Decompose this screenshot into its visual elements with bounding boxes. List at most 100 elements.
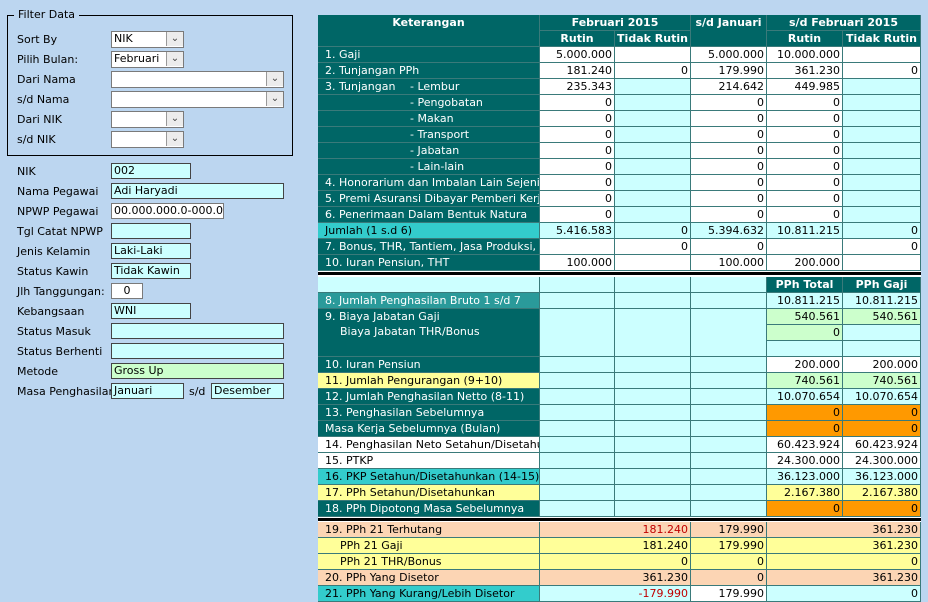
nama-field[interactable]: Adi Haryadi [111, 183, 284, 199]
value-feb-tidak-rutin[interactable]: 0 [615, 63, 691, 79]
value-pph-gaji[interactable]: 740.561 [843, 373, 921, 389]
value-sd-januari[interactable]: 0 [691, 159, 767, 175]
value-feb-rutin[interactable] [540, 239, 615, 255]
value-feb-tidak-rutin[interactable] [615, 191, 691, 207]
value-sdfeb-rutin[interactable]: 0 [767, 159, 843, 175]
value-sdfeb-tidak-rutin[interactable] [843, 207, 921, 223]
value-sdfeb-rutin[interactable]: 361.230 [767, 63, 843, 79]
value-feb-rutin[interactable]: 0 [540, 111, 615, 127]
value-sd-januari[interactable]: 179.990 [691, 586, 767, 602]
value-feb-tidak-rutin[interactable] [615, 143, 691, 159]
value-pph-total[interactable]: 0 [767, 325, 843, 341]
value-pph-total[interactable]: 0 [767, 501, 843, 517]
value-pph-gaji[interactable]: 0 [843, 405, 921, 421]
value-feb-tidak-rutin[interactable] [615, 47, 691, 63]
filter-select[interactable]: ⌄ [111, 91, 284, 108]
chevron-down-icon[interactable]: ⌄ [266, 92, 283, 106]
value-feb-rutin[interactable]: 235.343 [540, 79, 615, 95]
chevron-down-icon[interactable]: ⌄ [166, 52, 183, 66]
value-sdfeb-rutin[interactable]: 0 [767, 111, 843, 127]
value-sdfeb-tidak-rutin[interactable] [843, 255, 921, 271]
value-sd-januari[interactable]: 0 [691, 570, 767, 586]
value-sd-januari[interactable]: 0 [691, 175, 767, 191]
value-feb-rutin[interactable]: 5.000.000 [540, 47, 615, 63]
value-feb-rutin[interactable]: 181.240 [540, 63, 615, 79]
value-sdfeb-rutin[interactable]: 0 [767, 95, 843, 111]
value-feb-rutin[interactable]: 5.416.583 [540, 223, 615, 239]
value-sd-januari[interactable]: 0 [691, 143, 767, 159]
value-pph-total[interactable]: 0 [767, 421, 843, 437]
value-sdfeb-tidak-rutin[interactable]: 0 [843, 223, 921, 239]
value-sd-januari[interactable]: 0 [691, 554, 767, 570]
value-sd-januari[interactable]: 0 [691, 111, 767, 127]
value-feb-rutin[interactable]: 0 [540, 159, 615, 175]
value-februari[interactable]: 361.230 [540, 570, 691, 586]
value-sdfeb-rutin[interactable]: 0 [767, 207, 843, 223]
status-berhenti-field[interactable] [111, 343, 284, 359]
value-pph-total[interactable]: 0 [767, 405, 843, 421]
value-pph-total[interactable]: 2.167.380 [767, 485, 843, 501]
value-feb-rutin[interactable]: 0 [540, 191, 615, 207]
value-februari[interactable]: 0 [540, 554, 691, 570]
jenis-kelamin-field[interactable]: Laki-Laki [111, 243, 191, 259]
value-feb-tidak-rutin[interactable] [615, 255, 691, 271]
value-feb-tidak-rutin[interactable] [615, 95, 691, 111]
value-pph-total[interactable]: 60.423.924 [767, 437, 843, 453]
value-feb-tidak-rutin[interactable] [615, 175, 691, 191]
value-feb-rutin[interactable]: 100.000 [540, 255, 615, 271]
nik-field[interactable]: 002 [111, 163, 191, 179]
tanggungan-field[interactable]: 0 [111, 283, 143, 299]
value-sd-januari[interactable]: 5.394.632 [691, 223, 767, 239]
value-sdfeb-tidak-rutin[interactable] [843, 175, 921, 191]
kebangsaan-field[interactable]: WNI [111, 303, 191, 319]
value-sd-februari[interactable]: 0 [767, 586, 921, 602]
value-sdfeb-rutin[interactable]: 10.000.000 [767, 47, 843, 63]
value-feb-tidak-rutin[interactable] [615, 159, 691, 175]
value-sd-januari[interactable]: 179.990 [691, 522, 767, 538]
filter-select[interactable]: ⌄ [111, 71, 284, 88]
value-pph-total[interactable]: 10.070.654 [767, 389, 843, 405]
value-pph-total[interactable]: 24.300.000 [767, 453, 843, 469]
metode-field[interactable]: Gross Up [111, 363, 284, 379]
value-feb-rutin[interactable]: 0 [540, 175, 615, 191]
value-pph-total[interactable]: 10.811.215 [767, 293, 843, 309]
value-februari[interactable]: 181.240 [540, 522, 691, 538]
value-feb-tidak-rutin[interactable] [615, 207, 691, 223]
value-sdfeb-rutin[interactable]: 0 [767, 143, 843, 159]
value-pph-total[interactable]: 200.000 [767, 357, 843, 373]
value-pph-total[interactable]: 540.561 [767, 309, 843, 325]
value-sdfeb-tidak-rutin[interactable] [843, 47, 921, 63]
value-pph-gaji[interactable]: 24.300.000 [843, 453, 921, 469]
filter-select[interactable]: Februari ⌄ [111, 51, 184, 68]
value-sdfeb-tidak-rutin[interactable] [843, 127, 921, 143]
npwp-field[interactable]: 00.000.000.0-000.000 [111, 203, 224, 219]
value-sd-februari[interactable]: 361.230 [767, 570, 921, 586]
value-sdfeb-tidak-rutin[interactable] [843, 143, 921, 159]
value-sdfeb-tidak-rutin[interactable]: 0 [843, 63, 921, 79]
value-feb-tidak-rutin[interactable] [615, 111, 691, 127]
value-sd-februari[interactable]: 361.230 [767, 522, 921, 538]
status-masuk-field[interactable] [111, 323, 284, 339]
value-sd-februari[interactable]: 361.230 [767, 538, 921, 554]
filter-select[interactable]: ⌄ [111, 131, 184, 148]
masa-sampai-field[interactable]: Desember [211, 383, 284, 399]
value-sd-januari[interactable]: 5.000.000 [691, 47, 767, 63]
value-sdfeb-tidak-rutin[interactable]: 0 [843, 239, 921, 255]
value-sd-januari[interactable]: 179.990 [691, 63, 767, 79]
value-februari[interactable]: -179.990 [540, 586, 691, 602]
value-sdfeb-rutin[interactable]: 0 [767, 127, 843, 143]
value-pph-gaji[interactable]: 200.000 [843, 357, 921, 373]
value-pph-gaji[interactable]: 10.070.654 [843, 389, 921, 405]
value-pph-gaji[interactable]: 0 [843, 501, 921, 517]
value-sd-januari[interactable]: 0 [691, 239, 767, 255]
tgl-npwp-field[interactable] [111, 223, 191, 239]
chevron-down-icon[interactable]: ⌄ [266, 72, 283, 86]
value-sd-januari[interactable]: 0 [691, 207, 767, 223]
value-pph-gaji[interactable]: 10.811.215 [843, 293, 921, 309]
value-pph-total[interactable]: 36.123.000 [767, 469, 843, 485]
chevron-down-icon[interactable]: ⌄ [166, 112, 183, 126]
value-sd-januari[interactable]: 179.990 [691, 538, 767, 554]
value-feb-tidak-rutin[interactable] [615, 79, 691, 95]
chevron-down-icon[interactable]: ⌄ [166, 132, 183, 146]
chevron-down-icon[interactable]: ⌄ [166, 32, 183, 46]
